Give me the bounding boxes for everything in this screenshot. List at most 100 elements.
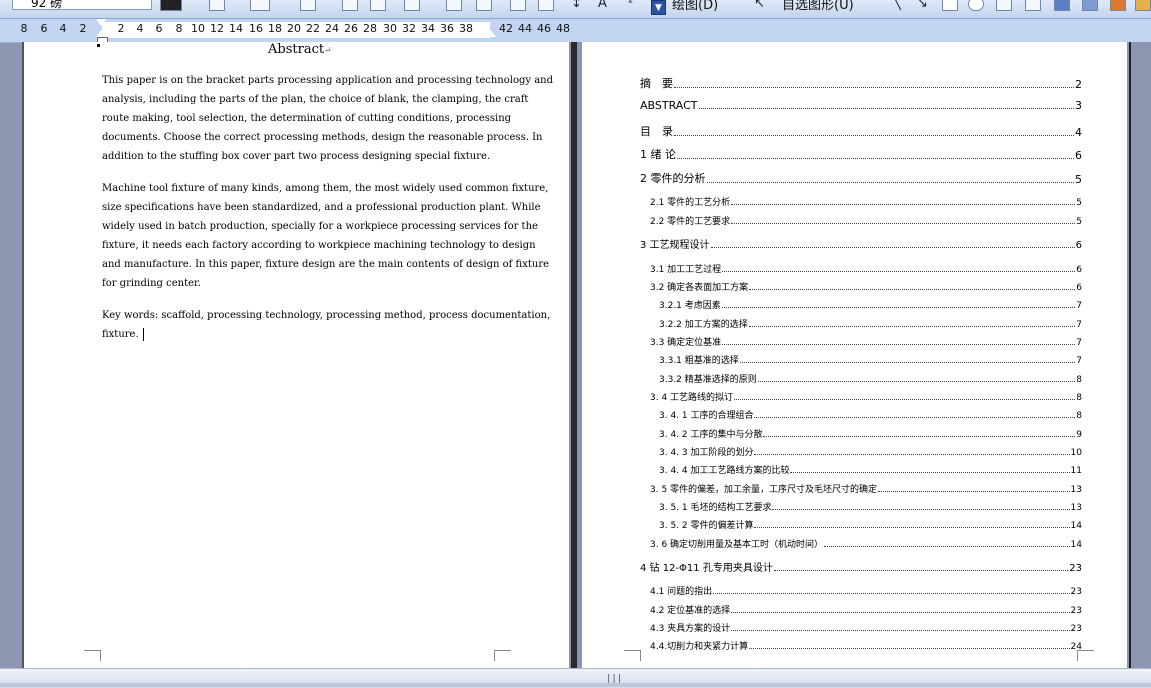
drawing-button[interactable] (510, 0, 526, 11)
diagram-icon[interactable] (1082, 0, 1098, 11)
rectangle-tool-icon[interactable] (942, 0, 958, 11)
toc-entry[interactable]: ABSTRACT 3 (640, 99, 1082, 112)
document-page-left[interactable]: Abstract↵ This paper is on the bracket p… (24, 42, 569, 668)
toc-entry-page: 7 (1076, 338, 1082, 348)
toc-entry[interactable]: 3.2 确定各表面加工方案 6 (650, 280, 1082, 293)
toc-entry-label: 3. 4. 2 工序的集中与分散 (659, 430, 763, 440)
clipart-icon[interactable] (1110, 0, 1126, 11)
toc-leader-dots (878, 490, 1070, 492)
toc-entry-page: 8 (1076, 375, 1082, 385)
toc-entry[interactable]: 2.2 零件的工艺要求 5 (650, 214, 1082, 227)
keywords-paragraph: Key words: scaffold, processing technolo… (102, 306, 550, 344)
oval-tool-icon[interactable] (968, 0, 984, 11)
toc-entry-page: 10 (1070, 448, 1082, 458)
toc-entry-label: 3. 5. 2 零件的偏差计算 (659, 521, 754, 531)
toc-entry[interactable]: 2 零件的分析 5 (640, 170, 1082, 186)
superscript-icon[interactable]: ² (628, 0, 633, 11)
ruler-number: 20 (287, 22, 301, 35)
toc-entry[interactable]: 3.3.1 粗基准的选择 7 (659, 353, 1082, 366)
toc-entry[interactable]: 3. 4. 4 加工工艺路线方案的比较 11 (659, 463, 1082, 476)
toc-entry[interactable]: 3.2.2 加工方案的选择 7 (659, 317, 1082, 330)
toc-entry[interactable]: 3.2.1 考虑因素 7 (659, 298, 1082, 311)
toc-entry-page: 14 (1070, 521, 1082, 531)
toc-entry[interactable]: 4 钻 12-Φ11 孔专用夹具设计 23 (640, 559, 1082, 574)
toc-entry[interactable]: 3. 6 确定切削用量及基本工时（机动时间） 14 (650, 537, 1082, 550)
toc-entry[interactable]: 3. 5 零件的偏差，加工余量，工序尺寸及毛坯尺寸的确定 13 (650, 482, 1082, 495)
toc-entry[interactable]: 3 工艺规程设计 6 (640, 236, 1082, 251)
horizontal-ruler[interactable]: 8 6 4 2 2 4 6 8 10 12 14 16 18 20 22 24 26 28 30 32 34 36 38 42… (0, 19, 1151, 43)
toc-entry-label: 4.4.切削力和夹紧力计算 (650, 642, 749, 652)
columns-button[interactable] (342, 0, 358, 11)
document-page-right[interactable]: 摘 要 2 ABSTRACT 3 目 录4 1 绪 论6 2 零件的分析 5 2.1 零件的工艺… (582, 42, 1127, 668)
draw-menu[interactable]: 绘图(D) (672, 0, 718, 13)
toc-entry[interactable]: 3.3 确定定位基准 7 (650, 335, 1082, 348)
first-line-indent-marker[interactable] (96, 19, 106, 26)
arrow-tool-icon[interactable]: ↘ (917, 0, 928, 11)
table-button[interactable] (300, 0, 316, 11)
grid2-button[interactable] (476, 0, 492, 11)
font-size-combo[interactable]: 92 磅 (12, 0, 152, 10)
ruler-number: 6 (155, 22, 163, 35)
frame-button[interactable] (404, 0, 420, 11)
autoshapes-menu[interactable]: 自选图形(U) (782, 0, 854, 13)
toc-entry[interactable]: 摘 要 2 (640, 75, 1082, 91)
paragraph-line: and manufacture. In this paper, fixture … (102, 259, 550, 270)
toc-entry[interactable]: 1 绪 论 6 (640, 146, 1082, 162)
paragraph-line: for grinding center. (102, 278, 201, 289)
toc-entry[interactable]: 目 录 4 (640, 123, 1082, 139)
toc-leader-dots (722, 270, 1076, 272)
sort-icon[interactable]: ↕ (571, 0, 582, 11)
toc-entry[interactable]: 2.1 零件的工艺分析 5 (650, 195, 1082, 208)
toc-leader-dots (731, 203, 1076, 205)
right-indent-marker[interactable] (486, 30, 496, 37)
page-separator (571, 42, 577, 668)
border-button[interactable] (209, 0, 225, 11)
toc-leader-dots (674, 86, 1074, 88)
toc-entry[interactable]: 3. 4. 1 工序的合理组合 8 (659, 408, 1082, 421)
toc-entry-page: 3 (1075, 99, 1082, 112)
font-color-button[interactable] (160, 0, 182, 11)
text-size-icon[interactable]: A (598, 0, 607, 11)
line-tool-icon[interactable]: ╲ (893, 0, 901, 11)
insert-button[interactable] (370, 0, 386, 11)
toc-leader-dots (763, 435, 1076, 437)
toc-entry-label: 3.3.1 粗基准的选择 (659, 356, 739, 366)
toc-entry-label: 4.3 夹具方案的设计 (650, 624, 731, 634)
toc-entry[interactable]: 4.4.切削力和夹紧力计算 24 (650, 639, 1082, 652)
toc-leader-dots (706, 181, 1074, 183)
toc-entry[interactable]: 3.3.2 精基准选择的原则 8 (659, 372, 1082, 385)
toc-entry[interactable]: 4.2 定位基准的选择 23 (650, 603, 1082, 616)
toc-entry[interactable]: 3. 5. 1 毛坯的结构工艺要求 13 (659, 500, 1082, 513)
picture-icon[interactable] (1135, 0, 1151, 11)
toc-entry[interactable]: 3.1 加工工艺过程 6 (650, 262, 1082, 275)
toc-entry[interactable]: 4.3 夹具方案的设计 23 (650, 621, 1082, 634)
toc-entry[interactable]: 3. 4. 3 加工阶段的划分 10 (659, 445, 1082, 458)
toc-leader-dots (754, 453, 1070, 455)
select-pointer-icon[interactable]: ↖ (754, 0, 765, 11)
page-shadow-right (1129, 42, 1131, 668)
ruler-number: 36 (440, 22, 454, 35)
toc-entry-page: 2 (1075, 78, 1082, 91)
toc-entry-page: 13 (1070, 503, 1082, 513)
toc-entry[interactable]: 3. 4 工艺路线的拟订 8 (650, 390, 1082, 403)
toc-leader-dots (754, 416, 1076, 418)
toc-entry-page: 6 (1076, 283, 1082, 293)
toc-leader-dots (754, 526, 1070, 528)
paragraph-line: documents. Choose the correct processing… (102, 132, 543, 143)
toc-leader-dots (749, 288, 1076, 290)
vertical-textbox-icon[interactable] (1025, 0, 1041, 11)
wordart-icon[interactable] (1054, 0, 1070, 11)
toc-entry-page: 8 (1076, 393, 1082, 403)
highlight-button[interactable] (250, 0, 270, 11)
grid-button[interactable] (446, 0, 462, 11)
map-button[interactable] (538, 0, 554, 11)
toolbar-options-dropdown[interactable]: ▼ (651, 0, 666, 15)
ruler-number: 4 (59, 22, 67, 35)
toc-entry[interactable]: 3. 4. 2 工序的集中与分散 9 (659, 427, 1082, 440)
textbox-tool-icon[interactable] (996, 0, 1012, 11)
toc-entry-page: 4 (1075, 126, 1082, 139)
toc-entry[interactable]: 3. 5. 2 零件的偏差计算 14 (659, 518, 1082, 531)
toc-entry-page: 7 (1076, 356, 1082, 366)
toc-entry[interactable]: 4.1 问题的指出 23 (650, 584, 1082, 597)
hanging-indent-marker[interactable] (96, 30, 106, 37)
